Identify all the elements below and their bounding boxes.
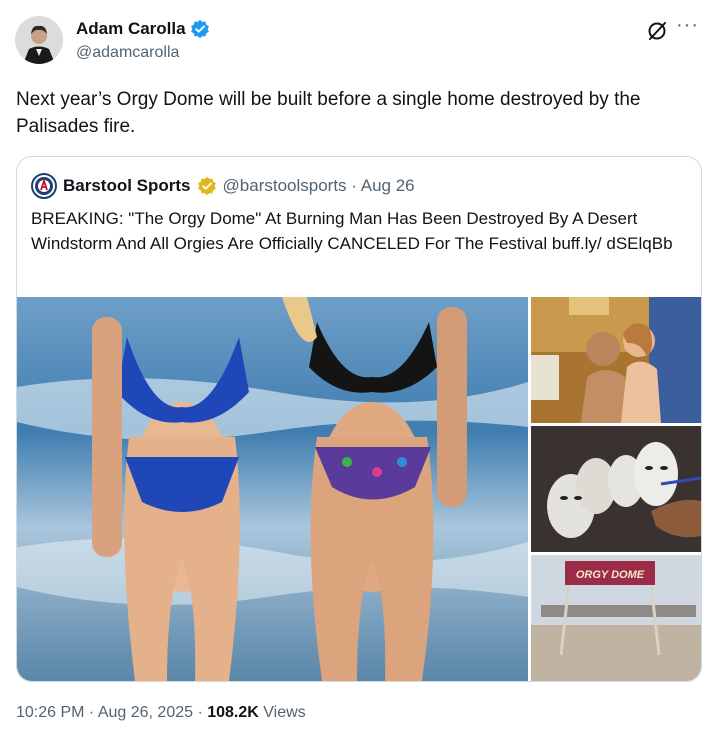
orgy-dome-sign-photo[interactable]: ORGY DOME [531,555,701,681]
quoted-text: BREAKING: "The Orgy Dome" At Burning Man… [31,209,673,253]
quoted-media-grid[interactable]: ORGY DOME [17,297,701,681]
quoted-tweet[interactable]: Barstool Sports @barstoolsports · Aug 26… [16,156,702,682]
author-handle[interactable]: @adamcarolla [76,44,179,62]
author-name-row: Adam Carolla [76,19,210,39]
views-label: Views [258,704,306,721]
author-avatar[interactable] [15,16,63,64]
quoted-author-name[interactable]: Barstool Sports [63,176,191,196]
orgy-dome-sign-text: ORGY DOME [576,569,645,581]
beach-photo[interactable] [17,297,528,681]
verified-blue-icon [190,19,210,39]
masks-photo[interactable] [531,426,701,552]
quoted-meta[interactable]: @barstoolsports · Aug 26 [223,176,415,196]
couple-photo[interactable] [531,297,701,423]
tweet-timestamp[interactable]: 10:26 PM · Aug 26, 2025 · [16,704,207,721]
more-icon[interactable]: ··· [676,14,699,37]
tweet-text: Next year’s Orgy Dome will be built befo… [16,89,641,137]
views-count: 108.2K [207,704,259,721]
author-name[interactable]: Adam Carolla [76,19,186,39]
quoted-header: Barstool Sports @barstoolsports · Aug 26 [31,173,415,199]
grok-icon[interactable] [646,20,668,42]
barstool-logo-icon [31,173,57,199]
verified-gold-icon [197,176,217,196]
tweet-footer: 10:26 PM · Aug 26, 2025 · 108.2K Views [16,704,306,722]
